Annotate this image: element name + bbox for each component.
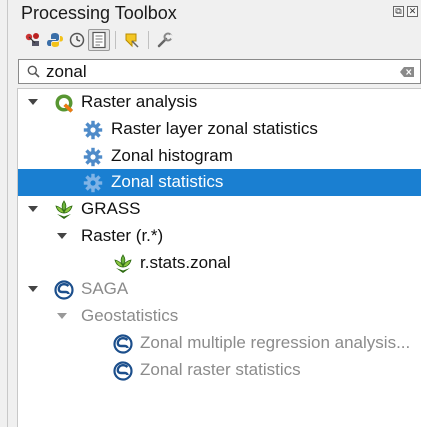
qgis-icon [55,94,73,113]
window-buttons: ⧉ ✕ [393,6,418,17]
tree-group-geostatistics[interactable]: Geostatistics [18,303,421,330]
tree-item-raster-layer-zonal-statistics[interactable]: Raster layer zonal statistics [18,116,421,143]
models-icon [25,33,39,46]
clear-search-icon[interactable] [400,67,414,77]
tree-item-r-stats-zonal[interactable]: r.stats.zonal [18,250,421,277]
tree-item-label: GRASS [81,199,141,218]
tree-item-label: Raster analysis [81,92,198,111]
gear-icon [83,120,103,140]
python-scripts-icon [47,33,63,47]
tree-item-label: Raster layer zonal statistics [111,119,318,138]
tree-item-zonal-multiple-regression[interactable]: Zonal multiple regression analysis... [18,330,421,357]
expand-arrow-icon[interactable] [26,196,40,223]
tree-item-label: Zonal multiple regression analysis... [140,333,411,352]
expand-arrow-icon[interactable] [26,89,40,116]
toolbar-separator [148,31,149,49]
tree-item-label: SAGA [81,279,129,298]
tree-item-zonal-histogram[interactable]: Zonal histogram [18,143,421,170]
algorithm-tree: Raster analysis Raster layer zonal stati… [17,88,421,427]
tree-item-zonal-raster-statistics[interactable]: Zonal raster statistics [18,357,421,384]
grass-icon [55,200,73,219]
saga-icon [113,361,133,381]
tree-item-label: Raster (r.*) [81,226,164,245]
edit-features-in-place-icon [125,33,139,48]
gear-icon [83,173,103,193]
tree-item-zonal-statistics[interactable]: Zonal statistics [18,169,421,196]
tree-group-raster-r[interactable]: Raster (r.*) [18,223,421,250]
gear-icon [83,147,103,167]
search-box [18,59,421,84]
saga-icon [54,280,74,300]
processing-toolbox-panel: Processing Toolbox ⧉ ✕ zonal Raster anal… [0,0,421,427]
saga-icon [113,334,133,354]
results-viewer-icon [92,31,106,49]
panel-border [7,0,8,427]
options-button[interactable] [154,29,176,51]
panel-title: Processing Toolbox [21,3,177,23]
python-scripts-button[interactable] [44,29,66,51]
tree-item-label: Geostatistics [81,306,179,325]
close-button[interactable]: ✕ [407,6,418,17]
tree-item-label: Zonal statistics [111,172,224,191]
search-icon [27,65,40,78]
grass-icon [114,254,132,273]
toolbar-separator [115,31,116,49]
expand-arrow-icon[interactable] [55,223,69,250]
tree-group-raster-analysis[interactable]: Raster analysis [18,89,421,116]
tree-item-label: Zonal histogram [111,146,233,165]
models-button[interactable] [22,29,44,51]
search-input[interactable] [46,62,386,81]
edit-features-in-place-button[interactable] [121,29,143,51]
tree-item-label: Zonal raster statistics [140,360,301,379]
expand-arrow-icon[interactable] [26,276,40,303]
history-button[interactable] [66,29,88,51]
history-icon [69,32,85,48]
undock-button[interactable]: ⧉ [393,6,404,17]
tree-item-label: r.stats.zonal [140,253,231,272]
results-viewer-button[interactable] [88,29,110,51]
options-icon [157,32,174,48]
tree-group-grass[interactable]: GRASS [18,196,421,223]
tree-group-saga[interactable]: SAGA [18,276,421,303]
toolbar [22,28,176,52]
expand-arrow-icon[interactable] [55,303,69,330]
